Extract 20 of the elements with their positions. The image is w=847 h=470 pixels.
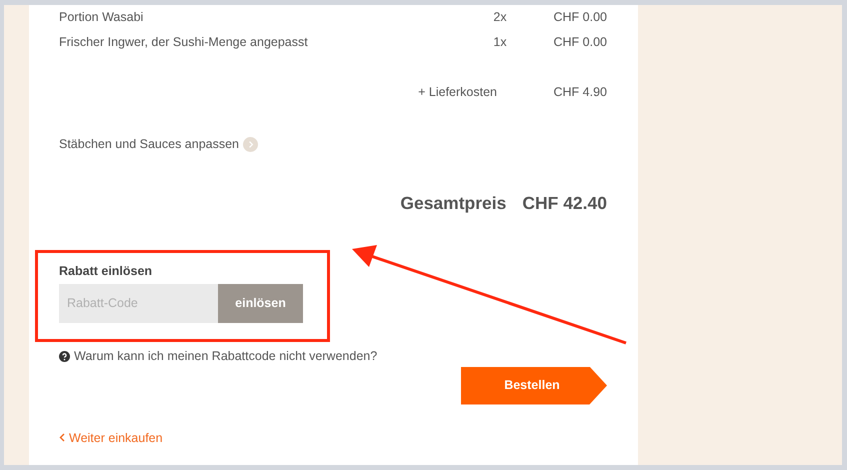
item-name: Frischer Ingwer, der Sushi-Menge angepasst bbox=[59, 34, 309, 52]
redeem-button[interactable]: einlösen bbox=[218, 284, 303, 323]
customize-link[interactable]: Stäbchen und Sauces anpassen bbox=[59, 135, 239, 154]
discount-title: Rabatt einlösen bbox=[59, 263, 154, 280]
help-icon bbox=[59, 350, 70, 362]
total-label: Gesamtpreis bbox=[400, 192, 506, 215]
chevron-icon[interactable] bbox=[243, 136, 258, 152]
item-price: CHF 0.00 bbox=[552, 34, 607, 52]
delivery-price: CHF 4.90 bbox=[552, 84, 607, 102]
item-name: Portion Wasabi bbox=[59, 9, 144, 26]
back-link[interactable]: Weiter einkaufen bbox=[59, 428, 163, 448]
item-quantity: 2x bbox=[492, 9, 508, 26]
discount-code-field[interactable]: Rabatt-Code bbox=[59, 284, 218, 323]
total-amount: CHF 42.40 bbox=[522, 192, 607, 215]
delivery-label: + Lieferkosten bbox=[417, 84, 497, 102]
item-quantity: 1x bbox=[492, 34, 508, 52]
item-price: CHF 0.00 bbox=[552, 9, 607, 26]
chevron-left-icon bbox=[59, 433, 65, 442]
order-button[interactable]: Bestellen bbox=[461, 366, 607, 404]
help-link[interactable]: Warum kann ich meinen Rabattcode nicht verwenden? bbox=[74, 346, 378, 366]
